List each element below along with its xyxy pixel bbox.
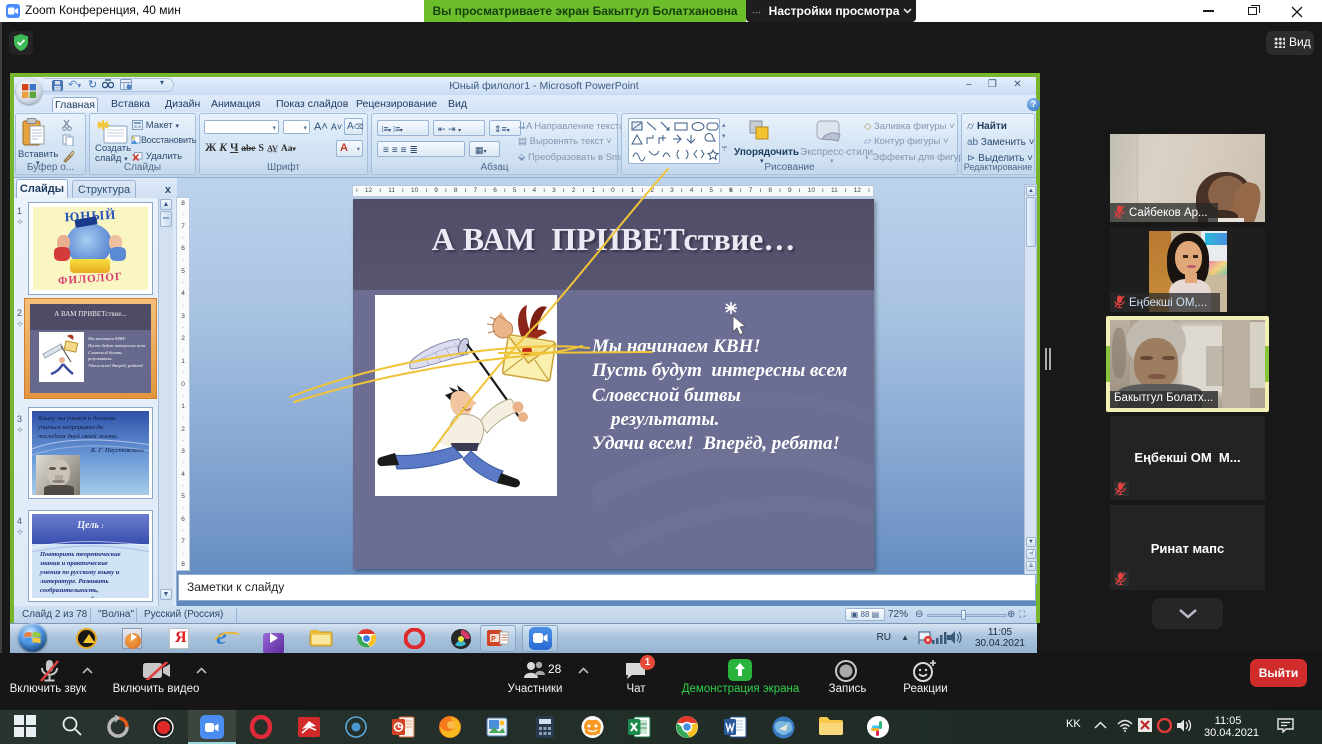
svg-text:P: P	[491, 636, 496, 643]
